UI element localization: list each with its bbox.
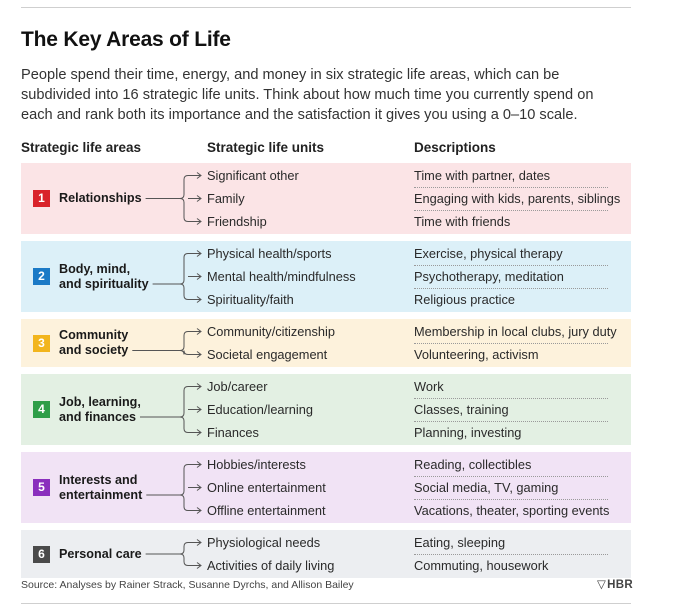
- unit-description: Work: [414, 379, 444, 394]
- life-unit: Family: [207, 191, 245, 206]
- header-descriptions: Descriptions: [414, 140, 496, 155]
- area-row: 5 Interests and entertainment Hobbies/inter…: [21, 452, 631, 523]
- life-unit: Friendship: [207, 214, 267, 229]
- life-unit: Job/career: [207, 379, 268, 394]
- life-unit: Education/learning: [207, 402, 314, 417]
- connector-bracket: [179, 253, 189, 300]
- life-unit: Physiological needs: [207, 535, 321, 550]
- life-unit: Community/citizenship: [207, 324, 336, 339]
- unit-description: Volunteering, activism: [414, 347, 539, 362]
- unit-description: Commuting, housework: [414, 558, 549, 573]
- unit-description: Time with partner, dates: [414, 168, 551, 183]
- life-unit: Hobbies/interests: [207, 457, 306, 472]
- top-rule: [21, 7, 631, 8]
- area-row: 3 Community and society Community/citizensh…: [21, 319, 631, 367]
- life-unit: Societal engagement: [207, 347, 328, 362]
- dotted-divider: [414, 343, 608, 344]
- dotted-divider: [414, 288, 608, 289]
- connector-bracket: [179, 464, 189, 511]
- unit-description: Eating, sleeping: [414, 535, 506, 550]
- unit-description: Psychotherapy, meditation: [414, 269, 564, 284]
- unit-description: Membership in local clubs, jury duty: [414, 324, 617, 339]
- hbr-shield-icon: ▽: [597, 579, 607, 591]
- dotted-divider: [414, 398, 608, 399]
- unit-description: Exercise, physical therapy: [414, 246, 563, 261]
- unit-description: Planning, investing: [414, 425, 522, 440]
- unit-description: Religious practice: [414, 292, 516, 307]
- life-unit: Spirituality/faith: [207, 292, 294, 307]
- dotted-divider: [414, 554, 608, 555]
- life-unit: Significant other: [207, 168, 299, 183]
- life-unit: Offline entertainment: [207, 503, 326, 518]
- dotted-divider: [414, 187, 608, 188]
- area-row: 1 Relationships Significant other Time with…: [21, 163, 631, 234]
- dotted-divider: [414, 265, 608, 266]
- unit-description: Reading, collectibles: [414, 457, 532, 472]
- connector-bracket: [179, 386, 189, 433]
- life-unit: Physical health/sports: [207, 246, 332, 261]
- area-row: 2 Body, mind, and spirituality Physical hea…: [21, 241, 631, 312]
- area-row: 6 Personal care Physiological needs Eating,…: [21, 530, 631, 578]
- life-unit: Online entertainment: [207, 480, 326, 495]
- unit-description: Classes, training: [414, 402, 509, 417]
- area-row: 4 Job, learning, and finances Job/career Wor…: [21, 374, 631, 445]
- connector-bracket: [179, 331, 189, 355]
- unit-description: Social media, TV, gaming: [414, 480, 559, 495]
- hbr-logo: ▽HBR: [597, 579, 633, 591]
- bottom-rule: [21, 603, 631, 604]
- page-title: The Key Areas of Life: [21, 28, 231, 51]
- dotted-divider: [414, 421, 608, 422]
- connector-bracket: [179, 175, 189, 222]
- header-areas: Strategic life areas: [21, 140, 142, 155]
- source-note: Source: Analyses by Rainer Strack, Susan…: [21, 579, 354, 591]
- unit-description: Vacations, theater, sporting events: [414, 503, 610, 518]
- dotted-divider: [414, 210, 608, 211]
- dotted-divider: [414, 476, 608, 477]
- dotted-divider: [414, 499, 608, 500]
- header-units: Strategic life units: [207, 140, 325, 155]
- life-unit: Finances: [207, 425, 259, 440]
- intro-text: People spend their time, energy, and mon…: [21, 67, 594, 123]
- connector-bracket: [179, 542, 189, 566]
- unit-description: Time with friends: [414, 214, 511, 229]
- unit-description: Engaging with kids, parents, siblings: [414, 191, 621, 206]
- life-unit: Mental health/mindfulness: [207, 269, 356, 284]
- life-unit: Activities of daily living: [207, 558, 335, 573]
